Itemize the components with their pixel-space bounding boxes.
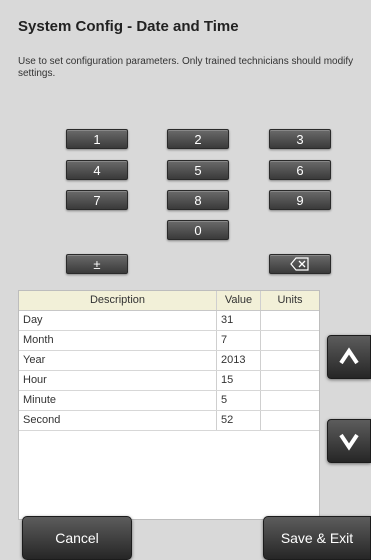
table-row[interactable]: Day 31	[19, 311, 319, 331]
key-7[interactable]: 7	[66, 190, 128, 210]
row-units	[261, 351, 319, 370]
chevron-up-icon	[337, 345, 361, 369]
row-value[interactable]: 52	[217, 411, 261, 430]
key-0[interactable]: 0	[167, 220, 229, 240]
table-header: Description Value Units	[19, 291, 319, 311]
row-units	[261, 391, 319, 410]
key-5[interactable]: 5	[167, 160, 229, 180]
backspace-button[interactable]	[269, 254, 331, 274]
table-row[interactable]: Hour 15	[19, 371, 319, 391]
key-8[interactable]: 8	[167, 190, 229, 210]
key-6[interactable]: 6	[269, 160, 331, 180]
row-value[interactable]: 15	[217, 371, 261, 390]
column-header-description: Description	[19, 291, 217, 310]
parameter-table: Description Value Units Day 31 Month 7 Y…	[18, 290, 320, 520]
key-9[interactable]: 9	[269, 190, 331, 210]
row-units	[261, 311, 319, 330]
key-1[interactable]: 1	[66, 129, 128, 149]
page-title: System Config - Date and Time	[18, 18, 239, 35]
row-value[interactable]: 7	[217, 331, 261, 350]
scroll-up-button[interactable]	[327, 335, 371, 379]
table-row[interactable]: Month 7	[19, 331, 319, 351]
row-units	[261, 411, 319, 430]
key-4[interactable]: 4	[66, 160, 128, 180]
table-row[interactable]: Second 52	[19, 411, 319, 431]
column-header-value: Value	[217, 291, 261, 310]
row-value[interactable]: 5	[217, 391, 261, 410]
row-value[interactable]: 31	[217, 311, 261, 330]
key-plus-minus[interactable]: ±	[66, 254, 128, 274]
row-description: Second	[19, 411, 217, 430]
table-row[interactable]: Year 2013	[19, 351, 319, 371]
row-value[interactable]: 2013	[217, 351, 261, 370]
row-description: Month	[19, 331, 217, 350]
key-2[interactable]: 2	[167, 129, 229, 149]
save-exit-button[interactable]: Save & Exit	[263, 516, 371, 560]
row-description: Day	[19, 311, 217, 330]
cancel-button[interactable]: Cancel	[22, 516, 132, 560]
row-description: Hour	[19, 371, 217, 390]
chevron-down-icon	[337, 429, 361, 453]
row-description: Minute	[19, 391, 217, 410]
row-units	[261, 331, 319, 350]
table-row[interactable]: Minute 5	[19, 391, 319, 411]
row-description: Year	[19, 351, 217, 370]
scroll-down-button[interactable]	[327, 419, 371, 463]
key-3[interactable]: 3	[269, 129, 331, 149]
backspace-icon	[290, 257, 310, 271]
column-header-units: Units	[277, 294, 303, 306]
page-subtitle: Use to set configuration parameters. Onl…	[18, 56, 354, 79]
row-units	[261, 371, 319, 390]
